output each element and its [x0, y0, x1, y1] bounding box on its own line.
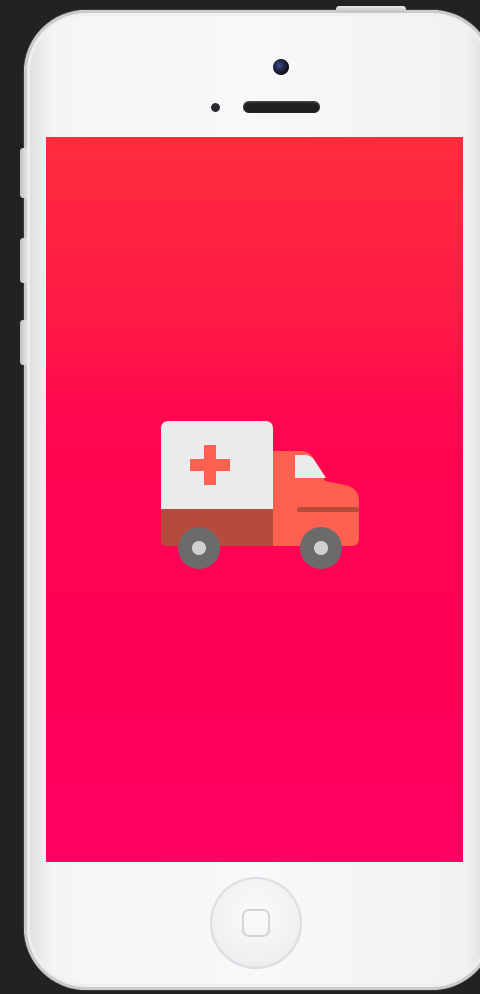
proximity-sensor: [211, 103, 220, 112]
home-button-square: [242, 909, 270, 937]
splash-screen: [46, 137, 463, 862]
power-button[interactable]: [336, 6, 406, 12]
volume-up-button[interactable]: [20, 238, 28, 283]
ambulance-icon: [161, 421, 359, 569]
rear-hubcap: [192, 541, 206, 555]
volume-down-button[interactable]: [20, 320, 28, 365]
front-camera-icon: [273, 59, 289, 75]
front-hubcap: [314, 541, 328, 555]
ambulance-stripe: [297, 507, 359, 512]
ambulance-window: [295, 455, 326, 478]
earpiece-speaker-icon: [243, 101, 320, 113]
home-button-icon[interactable]: [210, 877, 302, 969]
mute-switch[interactable]: [20, 148, 28, 198]
